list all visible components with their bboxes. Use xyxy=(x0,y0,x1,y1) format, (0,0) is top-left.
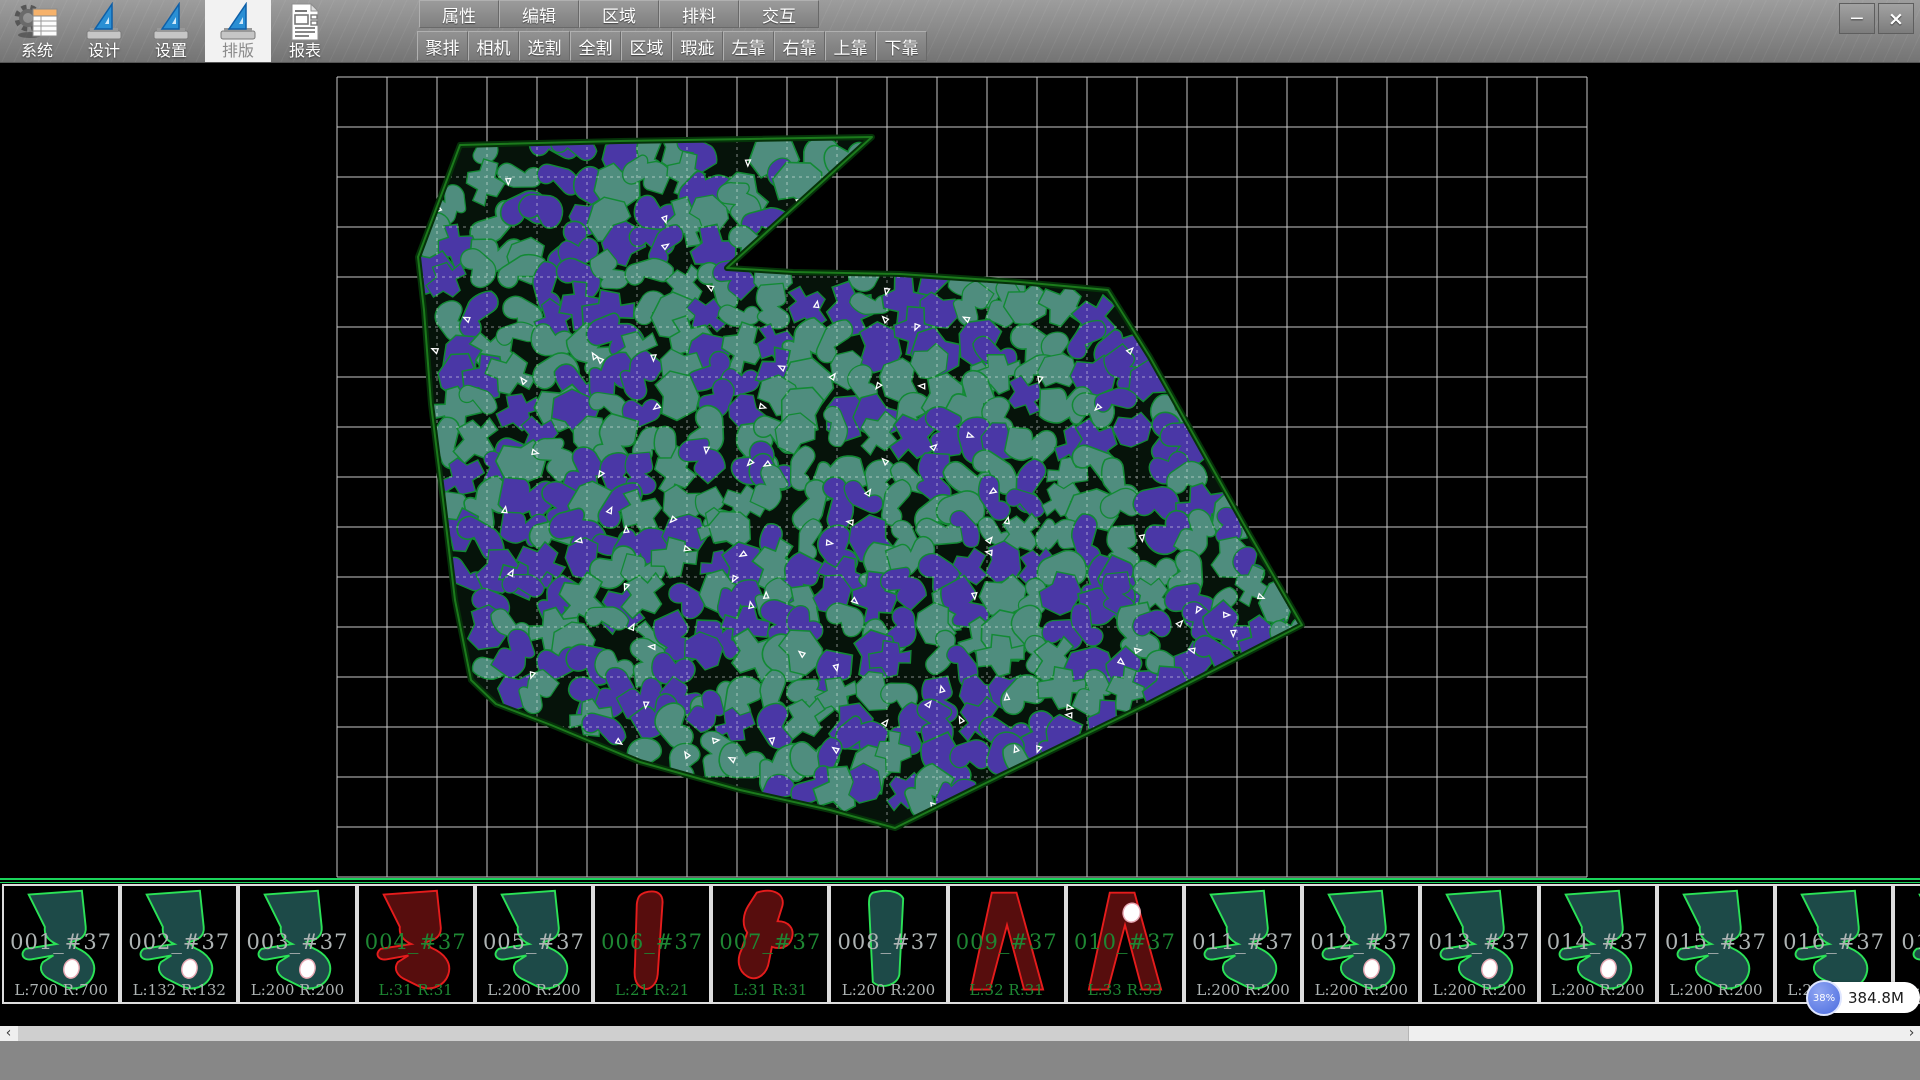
toolbar: 系统设计设置排版报表 属性编辑区域排料交互 聚排相机选割全割区域瑕疵左靠右靠上靠… xyxy=(0,0,1920,63)
part-thumbnail-11[interactable]: 011_#37 L:200 R:200 xyxy=(1184,884,1302,1004)
memory-usage-badge: 38% 384.8M xyxy=(1806,980,1920,1016)
toolbar-menu_row1-item-0[interactable]: 属性 xyxy=(419,0,499,28)
app-tab-label: 设计 xyxy=(88,42,120,60)
app-tab-report[interactable]: 报表 xyxy=(272,0,338,62)
toolbar-menu_row2-item-7[interactable]: 右靠 xyxy=(774,31,825,61)
part-thumbnail-8[interactable]: 008_#37 L:200 R:200 xyxy=(829,884,947,1004)
app-tab-label: 排版 xyxy=(222,42,254,60)
part-id-label: 009_#37 xyxy=(950,930,1064,954)
part-thumbnail-13[interactable]: 013_#37 L:200 R:200 xyxy=(1420,884,1538,1004)
part-id-label: 015_#37 xyxy=(1659,930,1773,954)
part-thumbnail-10[interactable]: 010_#37 L:33 R:33 xyxy=(1066,884,1184,1004)
scroll-left-arrow[interactable]: ‹ xyxy=(0,1026,17,1041)
part-thumbnail-4[interactable]: 004_#37 L:31 R:31 xyxy=(357,884,475,1004)
part-id-label: 007_#37 xyxy=(713,930,827,954)
memory-value: 384.8M xyxy=(1848,982,1904,1013)
part-lr-count: L:132 R:132 xyxy=(122,981,236,999)
app-tab-system[interactable]: 系统 xyxy=(4,0,70,62)
part-id-label: 013_#37 xyxy=(1422,930,1536,954)
toolbar-menu_row2-item-8[interactable]: 上靠 xyxy=(825,31,876,61)
part-id-label: 005_#37 xyxy=(477,930,591,954)
part-thumbnail-15[interactable]: 015_#37 L:200 R:200 xyxy=(1657,884,1775,1004)
part-lr-count: L:700 R:700 xyxy=(4,981,118,999)
nesting-app-window: { "window": { "minimize_glyph": "─", "cl… xyxy=(0,0,1920,1080)
app-tab-label: 设置 xyxy=(155,42,187,60)
toolbar-menu_row2-item-9[interactable]: 下靠 xyxy=(876,31,927,61)
toolbar-menu_row2-item-2[interactable]: 选割 xyxy=(519,31,570,61)
part-id-label: 010_#37 xyxy=(1068,930,1182,954)
nesting-canvas[interactable] xyxy=(0,62,1920,878)
part-id-label: 006_#37 xyxy=(595,930,709,954)
toolbar-menu_row1-item-4[interactable]: 交互 xyxy=(739,0,819,28)
system-icon xyxy=(14,0,60,42)
window-controls: ─ × xyxy=(1839,3,1914,34)
menu-bar-tools: 聚排相机选割全割区域瑕疵左靠右靠上靠下靠 xyxy=(417,31,927,61)
toolbar-menu_row1-item-1[interactable]: 编辑 xyxy=(499,0,579,28)
part-thumbnail-1[interactable]: 001_#37 L:700 R:700 xyxy=(2,884,120,1004)
part-id-label: 012_#37 xyxy=(1304,930,1418,954)
part-lr-count: L:200 R:200 xyxy=(1659,981,1773,999)
part-lr-count: L:31 R:31 xyxy=(359,981,473,999)
status-bar xyxy=(0,1041,1920,1080)
app-tab-label: 报表 xyxy=(289,42,321,60)
part-id-label: 008_#37 xyxy=(831,930,945,954)
part-thumbnail-3[interactable]: 003_#37 L:200 R:200 xyxy=(238,884,356,1004)
part-id-label: 004_#37 xyxy=(359,930,473,954)
part-lr-count: L:33 R:33 xyxy=(1068,981,1182,999)
scrollbar-thumb[interactable] xyxy=(18,1026,1409,1041)
app-tab-bar: 系统 设计 设置 排版 报表 xyxy=(4,0,339,62)
part-id-label: 016_#37 xyxy=(1777,930,1891,954)
part-thumbnail-9[interactable]: 009_#37 L:32 R:31 xyxy=(948,884,1066,1004)
toolbar-menu_row2-item-3[interactable]: 全割 xyxy=(570,31,621,61)
part-lr-count: L:21 R:21 xyxy=(595,981,709,999)
nesting-canvas-svg xyxy=(0,62,1920,878)
horizontal-scrollbar[interactable]: ‹ › xyxy=(0,1026,1920,1041)
strip-top-line xyxy=(0,878,1920,880)
toolbar-menu_row2-item-1[interactable]: 相机 xyxy=(468,31,519,61)
part-thumbnail-2[interactable]: 002_#37 L:132 R:132 xyxy=(120,884,238,1004)
strip-top-line-2 xyxy=(0,882,1920,884)
close-button[interactable]: × xyxy=(1878,3,1914,34)
part-thumbnail-7[interactable]: 007_#37 L:31 R:31 xyxy=(711,884,829,1004)
part-lr-count: L:200 R:200 xyxy=(1422,981,1536,999)
toolbar-menu_row2-item-0[interactable]: 聚排 xyxy=(417,31,468,61)
app-tab-nesting[interactable]: 排版 xyxy=(205,0,271,62)
part-lr-count: L:31 R:31 xyxy=(713,981,827,999)
part-id-label: 001_#37 xyxy=(4,930,118,954)
part-id-label: 003_#37 xyxy=(240,930,354,954)
toolbar-menu_row2-item-4[interactable]: 区域 xyxy=(621,31,672,61)
toolbar-menu_row1-item-3[interactable]: 排料 xyxy=(659,0,739,28)
toolbar-menu_row2-item-5[interactable]: 瑕疵 xyxy=(672,31,723,61)
part-lr-count: L:200 R:200 xyxy=(1541,981,1655,999)
nesting-icon xyxy=(218,0,258,42)
part-lr-count: L:32 R:31 xyxy=(950,981,1064,999)
part-lr-count: L:200 R:200 xyxy=(1186,981,1300,999)
app-tab-design[interactable]: 设计 xyxy=(71,0,137,62)
part-lr-count: L:200 R:200 xyxy=(831,981,945,999)
part-id-label: 002_#37 xyxy=(122,930,236,954)
design-icon xyxy=(84,0,124,42)
part-thumbnail-6[interactable]: 006_#37 L:21 R:21 xyxy=(593,884,711,1004)
toolbar-menu_row2-item-6[interactable]: 左靠 xyxy=(723,31,774,61)
app-tab-label: 系统 xyxy=(21,42,53,60)
parts-strip: 001_#37L:700 R:700002_#37L:132 R:132003_… xyxy=(0,878,1920,1006)
memory-percent-indicator: 38% xyxy=(1806,980,1842,1016)
minimize-button[interactable]: ─ xyxy=(1839,3,1875,34)
part-id-label: 014_#37 xyxy=(1541,930,1655,954)
part-thumbnail-14[interactable]: 014_#37 L:200 R:200 xyxy=(1539,884,1657,1004)
part-id-label: 011_#37 xyxy=(1186,930,1300,954)
part-lr-count: L:200 R:200 xyxy=(240,981,354,999)
part-lr-count: L:200 R:200 xyxy=(477,981,591,999)
scroll-right-arrow[interactable]: › xyxy=(1903,1026,1920,1041)
app-tab-settings[interactable]: 设置 xyxy=(138,0,204,62)
part-thumbnail-12[interactable]: 012_#37 L:200 R:200 xyxy=(1302,884,1420,1004)
settings-icon xyxy=(151,0,191,42)
report-icon xyxy=(285,0,325,42)
toolbar-menu_row1-item-2[interactable]: 区域 xyxy=(579,0,659,28)
part-id-label: 017_#37 xyxy=(1895,930,1920,954)
part-thumbnail-5[interactable]: 005_#37 L:200 R:200 xyxy=(475,884,593,1004)
menu-bar-top: 属性编辑区域排料交互 xyxy=(419,0,819,28)
part-lr-count: L:200 R:200 xyxy=(1304,981,1418,999)
